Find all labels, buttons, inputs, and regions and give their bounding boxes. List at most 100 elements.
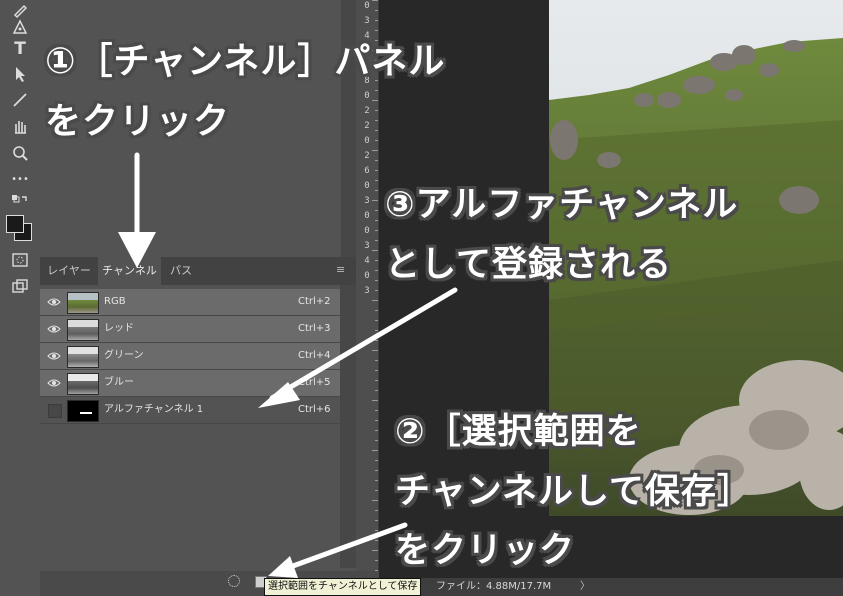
- ruler-tick: [372, 200, 378, 201]
- panel-tab-bar: レイヤー チャンネル パス ≡: [40, 257, 356, 285]
- more-icon[interactable]: •••: [10, 170, 30, 190]
- eye-icon[interactable]: [47, 324, 61, 334]
- ruler-tick-label: 3: [364, 286, 370, 296]
- channel-shortcut: Ctrl+4: [298, 350, 331, 361]
- eye-icon[interactable]: [47, 351, 61, 361]
- channel-row-green[interactable]: グリーン Ctrl+4: [40, 343, 340, 370]
- callout-step2-line3: をクリック: [395, 531, 576, 571]
- status-menu-arrow[interactable]: 〉: [580, 578, 590, 596]
- visibility-toggle[interactable]: [48, 404, 62, 418]
- file-size-info: ファイル：4.88M/17.7M: [436, 581, 552, 592]
- channel-shortcut: Ctrl+6: [298, 404, 331, 415]
- ruler-tick: [372, 250, 378, 251]
- ruler-tick: [375, 220, 378, 221]
- swap-colors-icon[interactable]: [10, 192, 30, 212]
- eye-icon[interactable]: [47, 297, 61, 307]
- ruler-tick: [372, 350, 378, 351]
- ruler-tick: [375, 510, 378, 511]
- channel-name: ブルー: [104, 377, 134, 388]
- channels-scrollbar[interactable]: [340, 285, 356, 568]
- line-icon[interactable]: [10, 90, 30, 110]
- tab-paths[interactable]: パス: [161, 257, 201, 285]
- ruler-tick-label: 0: [364, 181, 370, 191]
- channel-name: アルファチャンネル 1: [104, 404, 204, 415]
- ruler-tick: [375, 540, 378, 541]
- ruler-tick: [375, 110, 378, 111]
- load-selection-icon[interactable]: [228, 575, 240, 587]
- ruler-tick: [375, 120, 378, 121]
- ruler-tick: [375, 480, 378, 481]
- tab-layers[interactable]: レイヤー: [40, 257, 98, 285]
- ruler-tick: [375, 270, 378, 271]
- channel-row-rgb[interactable]: RGB Ctrl+2: [40, 289, 340, 316]
- eye-icon[interactable]: [47, 378, 61, 388]
- panel-menu-icon[interactable]: ≡: [336, 264, 348, 275]
- ruler-tick: [375, 230, 378, 231]
- ruler-tick-label: 0: [364, 271, 370, 281]
- foreground-color-swatch[interactable]: [6, 215, 24, 233]
- ruler-tick: [375, 560, 378, 561]
- ruler-tick-label: 2: [364, 121, 370, 131]
- callout-step2-line1: ②［選択範囲を: [395, 412, 642, 452]
- ruler-tick-label: 0: [364, 211, 370, 221]
- tab-channels[interactable]: チャンネル: [98, 257, 161, 285]
- ruler-tick-label: 0: [364, 226, 370, 236]
- ruler-tick: [372, 500, 378, 501]
- ruler-tick: [375, 430, 378, 431]
- type-icon[interactable]: T: [10, 39, 30, 59]
- ruler-tick: [375, 260, 378, 261]
- hand-rotate-icon[interactable]: [10, 116, 30, 136]
- ruler-tick: [375, 520, 378, 521]
- channel-shortcut: Ctrl+3: [298, 323, 331, 334]
- callout-step3-line2: として登録される: [385, 245, 672, 285]
- channel-shortcut: Ctrl+2: [298, 296, 331, 307]
- channel-thumbnail: [67, 400, 99, 422]
- ruler-tick: [372, 400, 378, 401]
- ruler-tick: [372, 0, 378, 1]
- ruler-tick: [375, 290, 378, 291]
- ruler-tick: [375, 160, 378, 161]
- ruler-tick-label: 4: [364, 256, 370, 266]
- ruler-tick-label: 6: [364, 166, 370, 176]
- tools-bar: T •••: [0, 0, 41, 596]
- ruler-tick: [375, 140, 378, 141]
- ruler-tick: [372, 550, 378, 551]
- channel-row-red[interactable]: レッド Ctrl+3: [40, 316, 340, 343]
- channel-thumbnail: [67, 319, 99, 341]
- channel-row-alpha[interactable]: アルファチャンネル 1 Ctrl+6: [40, 397, 340, 424]
- freeform-pen-icon[interactable]: [10, 17, 30, 37]
- path-select-icon[interactable]: [10, 64, 30, 84]
- ruler-tick-label: 2: [364, 151, 370, 161]
- ruler-tick: [375, 210, 378, 211]
- ruler-tick: [375, 20, 378, 21]
- ruler-tick: [375, 170, 378, 171]
- zoom-icon[interactable]: [10, 143, 30, 163]
- ruler-tick: [375, 380, 378, 381]
- color-swatches[interactable]: [6, 213, 34, 241]
- callout-step2-line2: チャンネルして保存］: [395, 472, 753, 512]
- quick-mask-icon[interactable]: [10, 250, 30, 270]
- callout-step1-line1: ①［チャンネル］パネル: [45, 41, 446, 82]
- ruler-tick: [375, 130, 378, 131]
- channel-thumbnail: [67, 346, 99, 368]
- ruler-tick: [372, 300, 378, 301]
- ruler-tick: [372, 150, 378, 151]
- ruler-tick-label: 3: [364, 16, 370, 26]
- channel-thumbnail: [67, 292, 99, 314]
- ruler-tick: [375, 370, 378, 371]
- ruler-tick: [375, 340, 378, 341]
- ruler-tick: [375, 490, 378, 491]
- ruler-tick: [375, 10, 378, 11]
- tooltip: 選択範囲をチャンネルとして保存: [264, 578, 422, 596]
- callout-step3-line1: ③アルファチャンネル: [385, 185, 739, 225]
- ruler-tick: [372, 450, 378, 451]
- vertical-ruler: 03401802202603003403: [356, 0, 379, 596]
- ruler-tick: [375, 470, 378, 471]
- channel-row-blue[interactable]: ブルー Ctrl+5: [40, 370, 340, 397]
- channel-name: RGB: [104, 296, 126, 307]
- screen-mode-icon[interactable]: [10, 276, 30, 296]
- ruler-tick: [375, 330, 378, 331]
- ruler-tick: [375, 280, 378, 281]
- ruler-tick: [375, 30, 378, 31]
- ruler-tick: [375, 190, 378, 191]
